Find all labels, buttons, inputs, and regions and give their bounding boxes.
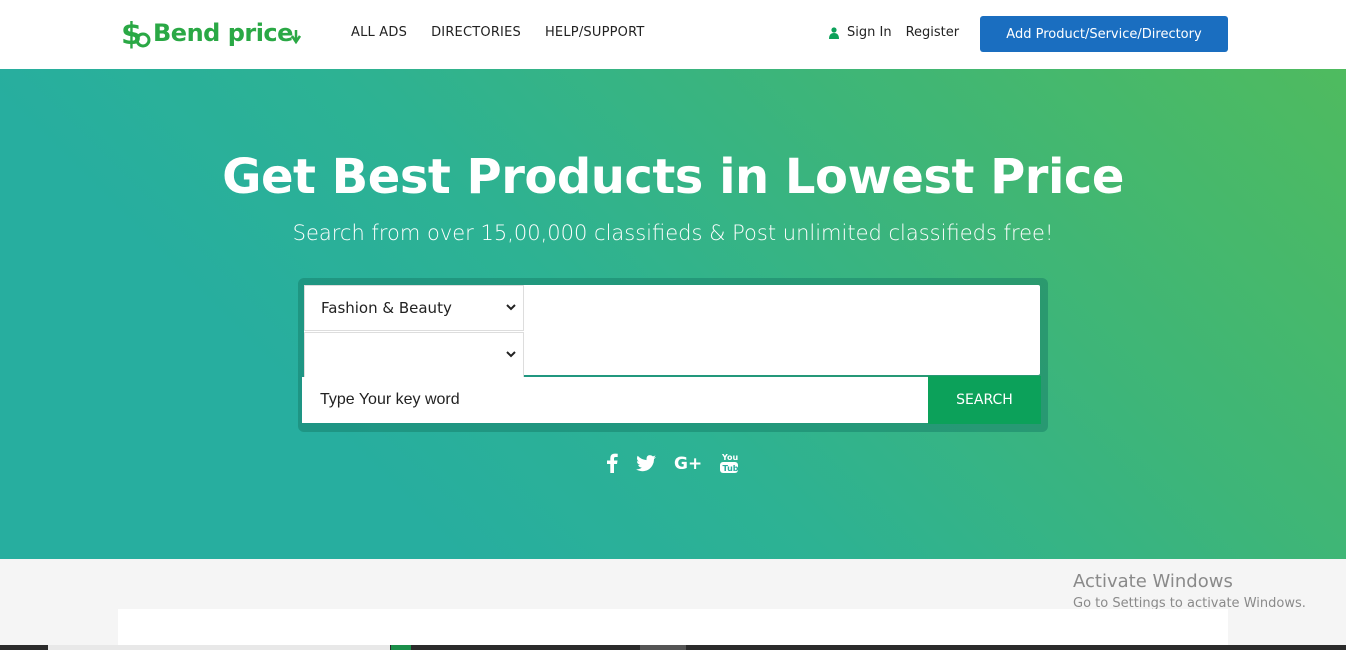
content-card: [118, 609, 1228, 650]
facebook-icon[interactable]: [606, 453, 618, 478]
hero-title: Get Best Products in Lowest Price: [222, 149, 1124, 205]
svg-text:You: You: [721, 453, 738, 462]
nav-help-support[interactable]: HELP/SUPPORT: [545, 25, 645, 40]
watermark-title: Activate Windows: [1073, 571, 1233, 592]
brand-logo[interactable]: $ Bend price: [121, 14, 303, 52]
search-selects-panel: Fashion & Beauty: [304, 285, 1040, 378]
category-select[interactable]: Fashion & Beauty: [304, 285, 524, 331]
chevron-down-icon: [506, 304, 516, 311]
user-icon: [829, 26, 839, 39]
os-taskbar: [0, 645, 1346, 650]
dollar-sign-icon: $: [121, 17, 151, 50]
windows-activation-watermark: Activate Windows Go to Settings to activ…: [1073, 571, 1306, 611]
social-links: G+ You Tube: [606, 452, 745, 479]
add-product-button[interactable]: Add Product/Service/Directory: [980, 16, 1228, 52]
svg-text:G+: G+: [674, 454, 702, 472]
category-select-value: Fashion & Beauty: [321, 299, 452, 317]
youtube-icon[interactable]: You Tube: [720, 452, 745, 479]
site-header: $ Bend price ALL ADS DIRECTORIES HELP/SU…: [0, 0, 1346, 69]
svg-text:Tube: Tube: [723, 464, 739, 473]
search-box: Fashion & Beauty SEARCH: [298, 278, 1048, 432]
sign-in-link[interactable]: Sign In: [847, 25, 892, 40]
nav-all-ads[interactable]: ALL ADS: [351, 25, 407, 40]
twitter-icon[interactable]: [636, 454, 656, 477]
user-links: Sign In Register: [829, 25, 959, 40]
taskbar-item[interactable]: [48, 645, 390, 650]
subcategory-select[interactable]: [304, 332, 524, 378]
keyword-search-input[interactable]: [302, 377, 928, 423]
nav-directories[interactable]: DIRECTORIES: [431, 25, 521, 40]
search-button[interactable]: SEARCH: [928, 376, 1041, 424]
brand-name: Bend price: [153, 19, 293, 47]
chevron-down-icon: [506, 351, 516, 358]
arrow-down-icon: [290, 30, 301, 44]
main-nav: ALL ADS DIRECTORIES HELP/SUPPORT: [351, 25, 645, 40]
taskbar-item[interactable]: [391, 645, 411, 650]
google-plus-icon[interactable]: G+: [674, 454, 702, 477]
hero-section: Get Best Products in Lowest Price Search…: [0, 69, 1346, 559]
taskbar-item[interactable]: [640, 645, 686, 650]
hero-subtitle: Search from over 15,00,000 classifieds &…: [292, 221, 1054, 245]
register-link[interactable]: Register: [906, 25, 960, 40]
